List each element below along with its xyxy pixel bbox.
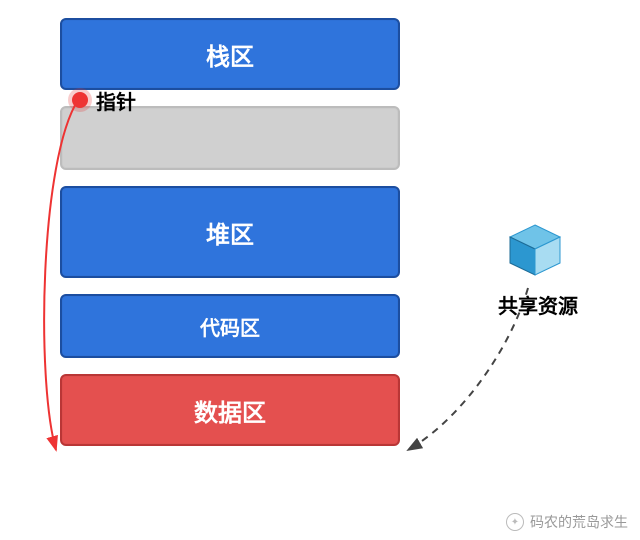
- watermark: ✦ 码农的荒岛求生: [506, 512, 628, 532]
- code-area-label: 代码区: [200, 312, 260, 341]
- data-area-label: 数据区: [194, 393, 266, 428]
- wechat-icon: ✦: [506, 513, 524, 531]
- heap-area-block: 堆区: [60, 186, 400, 278]
- watermark-text: 码农的荒岛求生: [530, 512, 628, 532]
- code-area-block: 代码区: [60, 294, 400, 358]
- heap-area-label: 堆区: [206, 215, 254, 250]
- pointer-dot-icon: [72, 92, 88, 108]
- cube-icon: [510, 225, 560, 275]
- memory-layout-stack: 栈区 堆区 代码区 数据区: [60, 18, 400, 462]
- shared-resource-label: 共享资源: [498, 290, 578, 319]
- data-area-block: 数据区: [60, 374, 400, 446]
- stack-area-block: 栈区: [60, 18, 400, 90]
- pointer-label: 指针: [96, 86, 136, 115]
- empty-block: [60, 106, 400, 170]
- stack-area-label: 栈区: [206, 37, 254, 72]
